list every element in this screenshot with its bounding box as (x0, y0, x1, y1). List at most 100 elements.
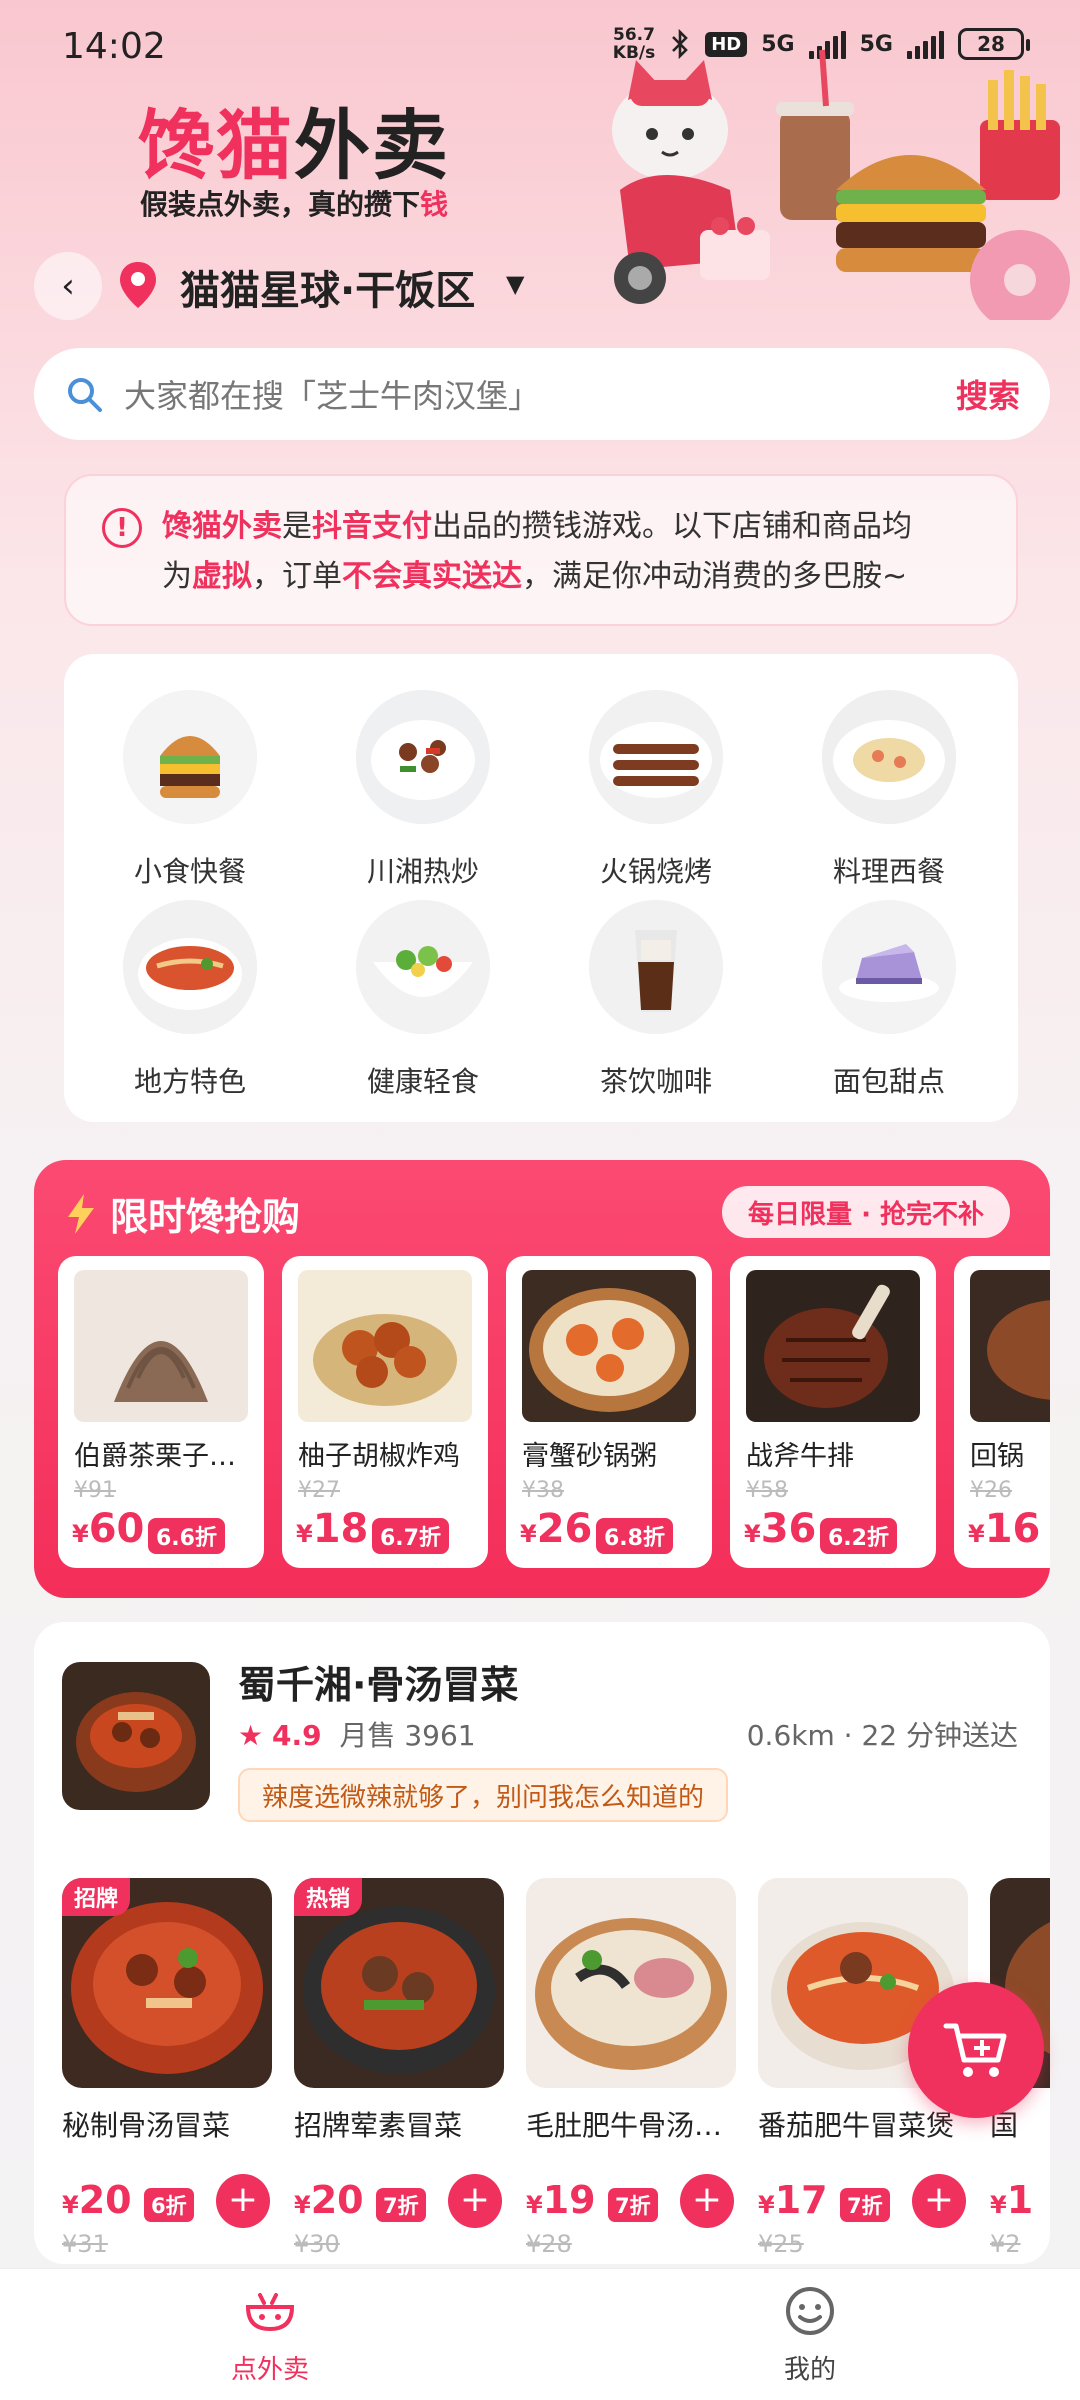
dish-price: ¥19 (526, 2178, 596, 2222)
dish-item[interactable]: 毛肚肥牛骨汤… ¥19 7折 + ¥28 (526, 1878, 736, 2258)
restaurant-distance: 0.6km · 22 分钟送达 (746, 1719, 1018, 1752)
category-item[interactable]: 地方特色 (90, 900, 290, 1100)
dish-price: ¥20 (294, 2178, 364, 2222)
flash-sale-list[interactable]: 伯爵茶栗子… ¥91 ¥60 6.6折 柚子胡椒炸鸡 ¥27 ¥18 6.7折 … (58, 1256, 1050, 1576)
category-label: 面包甜点 (832, 1065, 945, 1098)
flash-item-name: 战斧牛排 (746, 1441, 854, 1472)
skewer-icon (589, 690, 723, 824)
flash-item-name: 伯爵茶栗子… (74, 1441, 236, 1472)
bowl-icon (245, 2293, 295, 2332)
add-to-cart-button[interactable]: + (448, 2174, 502, 2228)
search-icon (68, 378, 102, 412)
star-icon: ★ (238, 1719, 264, 1752)
dish-item[interactable]: 招牌 秘制骨汤冒菜 ¥20 6折 + ¥31 (62, 1878, 272, 2258)
flash-item[interactable]: 回锅 ¥26 ¥16 (954, 1256, 1050, 1568)
flash-item-price: ¥36 (744, 1506, 817, 1552)
cart-icon (943, 2023, 1007, 2077)
flash-item-orig-price: ¥27 (298, 1478, 340, 1503)
flash-item-discount: 6.2折 (820, 1518, 897, 1554)
salad-icon (356, 900, 490, 1034)
notice-line-2: 为虚拟，订单不会真实送达，满足你冲动消费的多巴胺~ (162, 559, 908, 594)
category-item[interactable]: 健康轻食 (323, 900, 523, 1100)
dish-item[interactable]: 热销 招牌荤素冒菜 ¥20 7折 + ¥30 (294, 1878, 504, 2258)
dish-price: ¥17 (758, 2178, 828, 2222)
dish-image (526, 1878, 736, 2088)
stir-fry-icon (356, 690, 490, 824)
virtual-notice: ! 馋猫外卖是抖音支付出品的攒钱游戏。以下店铺和商品均 为虚拟，订单不会真实送达… (64, 474, 1018, 626)
mont-blanc-image (74, 1270, 248, 1422)
add-to-cart-button[interactable]: + (912, 2174, 966, 2228)
category-item[interactable]: 料理西餐 (789, 690, 989, 890)
search-button[interactable]: 搜索 (956, 371, 1020, 417)
restaurant-logo (62, 1662, 210, 1810)
dish-orig-price: ¥31 (62, 2230, 108, 2258)
dish-name: 招牌荤素冒菜 (294, 2109, 463, 2142)
dish-image: 招牌 (62, 1878, 272, 2088)
category-item[interactable]: 小食快餐 (90, 690, 290, 890)
dish-discount: 7折 (376, 2188, 426, 2222)
category-item[interactable]: 川湘热炒 (323, 690, 523, 890)
back-button[interactable]: ‹ (34, 252, 102, 320)
category-label: 地方特色 (133, 1065, 246, 1098)
add-to-cart-button[interactable]: + (680, 2174, 734, 2228)
category-item[interactable]: 茶饮咖啡 (556, 900, 756, 1100)
flash-item-price: ¥26 (520, 1506, 593, 1552)
pasta-icon (822, 690, 956, 824)
restaurant-card[interactable]: 蜀千湘·骨汤冒菜 ★ 4.9 月售 3961 0.6km · 22 分钟送达 辣… (34, 1622, 1050, 2264)
flash-item-discount: 6.8折 (596, 1518, 673, 1554)
category-label: 川湘热炒 (366, 855, 479, 888)
flash-sale-title: 限时馋抢购 (66, 1186, 300, 1241)
location-selector[interactable]: 猫猫星球·干饭区 (180, 258, 475, 316)
flash-item[interactable]: 伯爵茶栗子… ¥91 ¥60 6.6折 (58, 1256, 264, 1568)
category-grid: 小食快餐 川湘热炒 火锅烧烤 料理西餐 地方特色 健康轻食 茶饮咖啡 面包甜点 (64, 654, 1018, 1122)
category-label: 茶饮咖啡 (599, 1065, 712, 1098)
restaurant-name: 蜀千湘·骨汤冒菜 (238, 1663, 519, 1707)
flash-item[interactable]: 战斧牛排 ¥58 ¥36 6.2折 (730, 1256, 936, 1568)
dish-name: 番茄肥牛冒菜煲 (758, 2109, 955, 2142)
dish-orig-price: ¥2 (990, 2230, 1021, 2258)
category-item[interactable]: 火锅烧烤 (556, 690, 756, 890)
nav-order-label: 点外卖 (230, 2355, 309, 2385)
search-input[interactable]: 大家都在搜「芝士牛肉汉堡」 (124, 371, 956, 417)
flash-item[interactable]: 柚子胡椒炸鸡 ¥27 ¥18 6.7折 (282, 1256, 488, 1568)
flash-item-price: ¥16 (968, 1506, 1041, 1552)
search-bar[interactable]: 大家都在搜「芝士牛肉汉堡」 搜索 (34, 348, 1050, 440)
flash-item-discount: 6.7折 (372, 1518, 449, 1554)
flash-item-orig-price: ¥91 (74, 1478, 116, 1503)
slogan: 假装点外卖，真的攒下钱 (140, 188, 449, 221)
category-label: 火锅烧烤 (599, 855, 712, 888)
dish-orig-price: ¥25 (758, 2230, 804, 2258)
fried-chicken-image (298, 1270, 472, 1422)
warning-icon: ! (102, 508, 142, 548)
status-time: 14:02 (62, 26, 166, 67)
flash-sale-tag: 每日限量 · 抢完不补 (722, 1186, 1010, 1238)
category-label: 料理西餐 (832, 855, 945, 888)
dish-badge: 热销 (294, 1878, 363, 1916)
cake-icon (822, 900, 956, 1034)
dish-badge: 招牌 (62, 1878, 131, 1916)
dish-name: 毛肚肥牛骨汤… (526, 2109, 723, 2142)
hero-food-illustration (612, 49, 1070, 320)
flash-item-name: 膏蟹砂锅粥 (522, 1441, 657, 1472)
crab-porridge-image (522, 1270, 696, 1422)
dish-discount: 7折 (840, 2188, 890, 2222)
flash-item[interactable]: 膏蟹砂锅粥 ¥38 ¥26 6.8折 (506, 1256, 712, 1568)
category-label: 健康轻食 (366, 1065, 479, 1098)
nav-order[interactable]: 点外卖 (170, 2283, 370, 2386)
noodle-icon (123, 900, 257, 1034)
bottom-nav: 点外卖 我的 (0, 2268, 1080, 2400)
flash-item-price: ¥18 (296, 1506, 369, 1552)
cart-button[interactable] (908, 1982, 1044, 2118)
flash-item-orig-price: ¥38 (522, 1478, 564, 1503)
dish-price: ¥1 (990, 2178, 1034, 2222)
chevron-down-icon[interactable]: ▼ (506, 270, 524, 298)
flash-item-orig-price: ¥26 (970, 1478, 1012, 1503)
dish-orig-price: ¥28 (526, 2230, 572, 2258)
nav-me[interactable]: 我的 (710, 2283, 910, 2386)
lightning-icon (68, 1193, 94, 1234)
category-item[interactable]: 面包甜点 (789, 900, 989, 1100)
flash-sale-section: 限时馋抢购 每日限量 · 抢完不补 伯爵茶栗子… ¥91 ¥60 6.6折 柚子… (34, 1160, 1050, 1598)
add-to-cart-button[interactable]: + (216, 2174, 270, 2228)
flash-item-orig-price: ¥58 (746, 1478, 788, 1503)
dish-discount: 6折 (144, 2188, 194, 2222)
